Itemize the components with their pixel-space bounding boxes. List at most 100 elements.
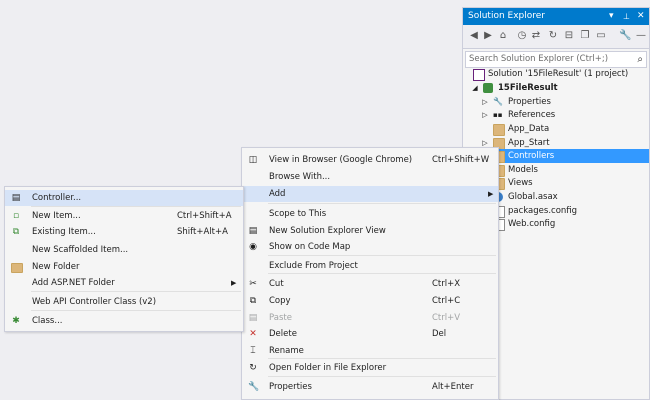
menu-item-shortcut: Ctrl+Shift+W xyxy=(432,155,490,165)
menu-separator xyxy=(31,291,241,292)
context-menu-item[interactable]: Scope to This xyxy=(242,206,498,222)
folder-icon xyxy=(11,263,23,273)
tree-node-label: Models xyxy=(508,165,538,175)
menu-item-label: Paste xyxy=(269,313,292,323)
class-icon: ✱ xyxy=(12,316,20,326)
submenu-arrow-icon: ▶ xyxy=(231,279,237,287)
add-submenu-item[interactable]: Add ASP.NET Folder ▶ xyxy=(5,275,243,291)
refresh-icon[interactable]: ↻ xyxy=(547,30,559,42)
solution-icon xyxy=(473,69,485,81)
context-menu-item[interactable]: Exclude From Project xyxy=(242,258,498,274)
forward-icon[interactable]: ▶ xyxy=(482,30,494,42)
expand-arrow-icon[interactable]: ◢ xyxy=(471,81,479,95)
preview-icon[interactable]: ▭ xyxy=(595,30,607,42)
add-submenu-item[interactable]: Web API Controller Class (v2) xyxy=(5,294,243,310)
tree-node-label: Properties xyxy=(508,97,551,107)
add-submenu-item[interactable]: New Scaffolded Item... xyxy=(5,242,243,258)
pin-icon[interactable]: ⊥ xyxy=(623,8,630,25)
context-menu-item[interactable]: ◫ View in Browser (Google Chrome) Ctrl+Shi… xyxy=(242,152,498,168)
window-position-dropdown-icon[interactable]: ▾ xyxy=(609,8,614,25)
context-menu-item[interactable]: Browse With... xyxy=(242,169,498,185)
search-icon[interactable]: ⌕ xyxy=(637,52,643,67)
add-submenu: ▤ Controller... ▫ New Item... Ctrl+Shift+A ⧉ E… xyxy=(4,186,244,332)
menu-item-shortcut: Alt+Enter xyxy=(432,382,474,392)
tree-node[interactable]: ▷ 🔧 Properties xyxy=(463,95,649,109)
menu-item-label: Browse With... xyxy=(269,172,331,182)
scissors-icon: ✂ xyxy=(249,279,257,289)
show-all-files-icon[interactable]: ❐ xyxy=(579,30,591,42)
menu-item-label: Scope to This xyxy=(269,209,327,219)
folder-icon xyxy=(493,124,505,136)
tree-node-label: App_Start xyxy=(508,138,550,148)
new-item-icon: ▫ xyxy=(12,211,20,221)
close-icon[interactable]: ✕ xyxy=(637,8,645,25)
wrench-icon: 🔧 xyxy=(248,382,260,392)
search-input[interactable]: Search Solution Explorer (Ctrl+;) ⌕ xyxy=(465,51,647,68)
context-menu-item[interactable]: ✕ Delete Del xyxy=(242,326,498,342)
menu-item-label: New Solution Explorer View xyxy=(269,226,386,236)
context-menu-item[interactable]: ⧉ Copy Ctrl+C xyxy=(242,293,498,309)
submenu-arrow-icon: ▶ xyxy=(488,190,494,198)
add-submenu-item[interactable]: ✱ Class... xyxy=(5,313,243,329)
toolbar-overflow-icon[interactable]: — xyxy=(635,30,647,42)
add-submenu-item[interactable]: ▫ New Item... Ctrl+Shift+A xyxy=(5,208,243,224)
tree-node[interactable]: Solution '15FileResult' (1 project) xyxy=(463,67,649,81)
context-menu-item[interactable]: ⌶ Rename xyxy=(242,343,498,359)
tree-node-label: Solution '15FileResult' (1 project) xyxy=(488,69,629,79)
code-map-icon: ◉ xyxy=(249,242,257,252)
tree-node-label: References xyxy=(508,110,556,120)
menu-item-label: Open Folder in File Explorer xyxy=(269,363,387,373)
menu-item-label: New Scaffolded Item... xyxy=(32,245,129,255)
collapse-all-icon[interactable]: ⊟ xyxy=(563,30,575,42)
context-menu-item[interactable]: ◉ Show on Code Map xyxy=(242,239,498,255)
menu-item-shortcut: Ctrl+Shift+A xyxy=(177,211,232,221)
wrench-icon: 🔧 xyxy=(493,97,503,106)
tree-node-label: packages.config xyxy=(508,206,578,216)
menu-item-label: Add ASP.NET Folder xyxy=(32,278,115,288)
tree-node-label: Global.asax xyxy=(508,192,558,202)
refresh-arrow-icon: ↻ xyxy=(249,363,257,373)
sync-icon[interactable]: ⇄ xyxy=(530,30,542,42)
tree-node[interactable]: ▷ ▪▪ References xyxy=(463,108,649,122)
menu-item-label: Existing Item... xyxy=(32,227,96,237)
paste-icon: ▤ xyxy=(248,313,258,323)
menu-item-label: Copy xyxy=(269,296,291,306)
browser-icon: ◫ xyxy=(248,155,258,165)
home-icon[interactable]: ⌂ xyxy=(497,30,509,42)
menu-item-label: Add xyxy=(269,189,286,199)
menu-item-label: View in Browser (Google Chrome) xyxy=(269,155,413,165)
solution-explorer-titlebar: Solution Explorer ▾ ⊥ ✕ xyxy=(463,8,649,25)
menu-item-label: Controller... xyxy=(32,193,82,203)
menu-separator xyxy=(268,255,496,256)
history-icon[interactable]: ◷ xyxy=(516,30,528,42)
copy-icon: ⧉ xyxy=(249,296,257,306)
properties-wrench-icon[interactable]: 🔧 xyxy=(619,30,631,42)
context-menu: ◫ View in Browser (Google Chrome) Ctrl+Shi… xyxy=(241,147,499,400)
menu-separator xyxy=(268,358,496,359)
menu-item-shortcut: Ctrl+V xyxy=(432,313,461,323)
menu-item-label: Delete xyxy=(269,329,297,339)
add-submenu-item[interactable]: ▤ Controller... xyxy=(5,190,243,206)
menu-item-label: Web API Controller Class (v2) xyxy=(32,297,157,307)
new-view-icon: ▤ xyxy=(248,226,258,236)
tree-node-label: App_Data xyxy=(508,124,550,134)
context-menu-item[interactable]: ✂ Cut Ctrl+X xyxy=(242,276,498,292)
tree-node[interactable]: ◢ 15FileResult xyxy=(463,81,649,95)
add-submenu-item[interactable]: New Folder xyxy=(5,259,243,275)
delete-x-icon: ✕ xyxy=(249,329,257,339)
back-icon[interactable]: ◀ xyxy=(468,30,480,42)
tree-node-label: Web.config xyxy=(508,219,556,229)
add-submenu-item[interactable]: ⧉ Existing Item... Shift+Alt+A xyxy=(5,224,243,240)
menu-item-label: Properties xyxy=(269,382,312,392)
menu-item-label: Show on Code Map xyxy=(269,242,351,252)
panel-title: Solution Explorer xyxy=(468,11,545,21)
menu-item-shortcut: Del xyxy=(432,329,447,339)
context-menu-item[interactable]: 🔧 Properties Alt+Enter xyxy=(242,379,498,395)
menu-item-label: New Folder xyxy=(32,262,80,272)
expand-arrow-icon[interactable]: ▷ xyxy=(481,108,489,122)
context-menu-item[interactable]: ▤ New Solution Explorer View xyxy=(242,223,498,239)
tree-node[interactable]: App_Data xyxy=(463,122,649,136)
context-menu-item[interactable]: Add ▶ xyxy=(242,186,498,202)
expand-arrow-icon[interactable]: ▷ xyxy=(481,95,489,109)
context-menu-item[interactable]: ↻ Open Folder in File Explorer xyxy=(242,360,498,376)
